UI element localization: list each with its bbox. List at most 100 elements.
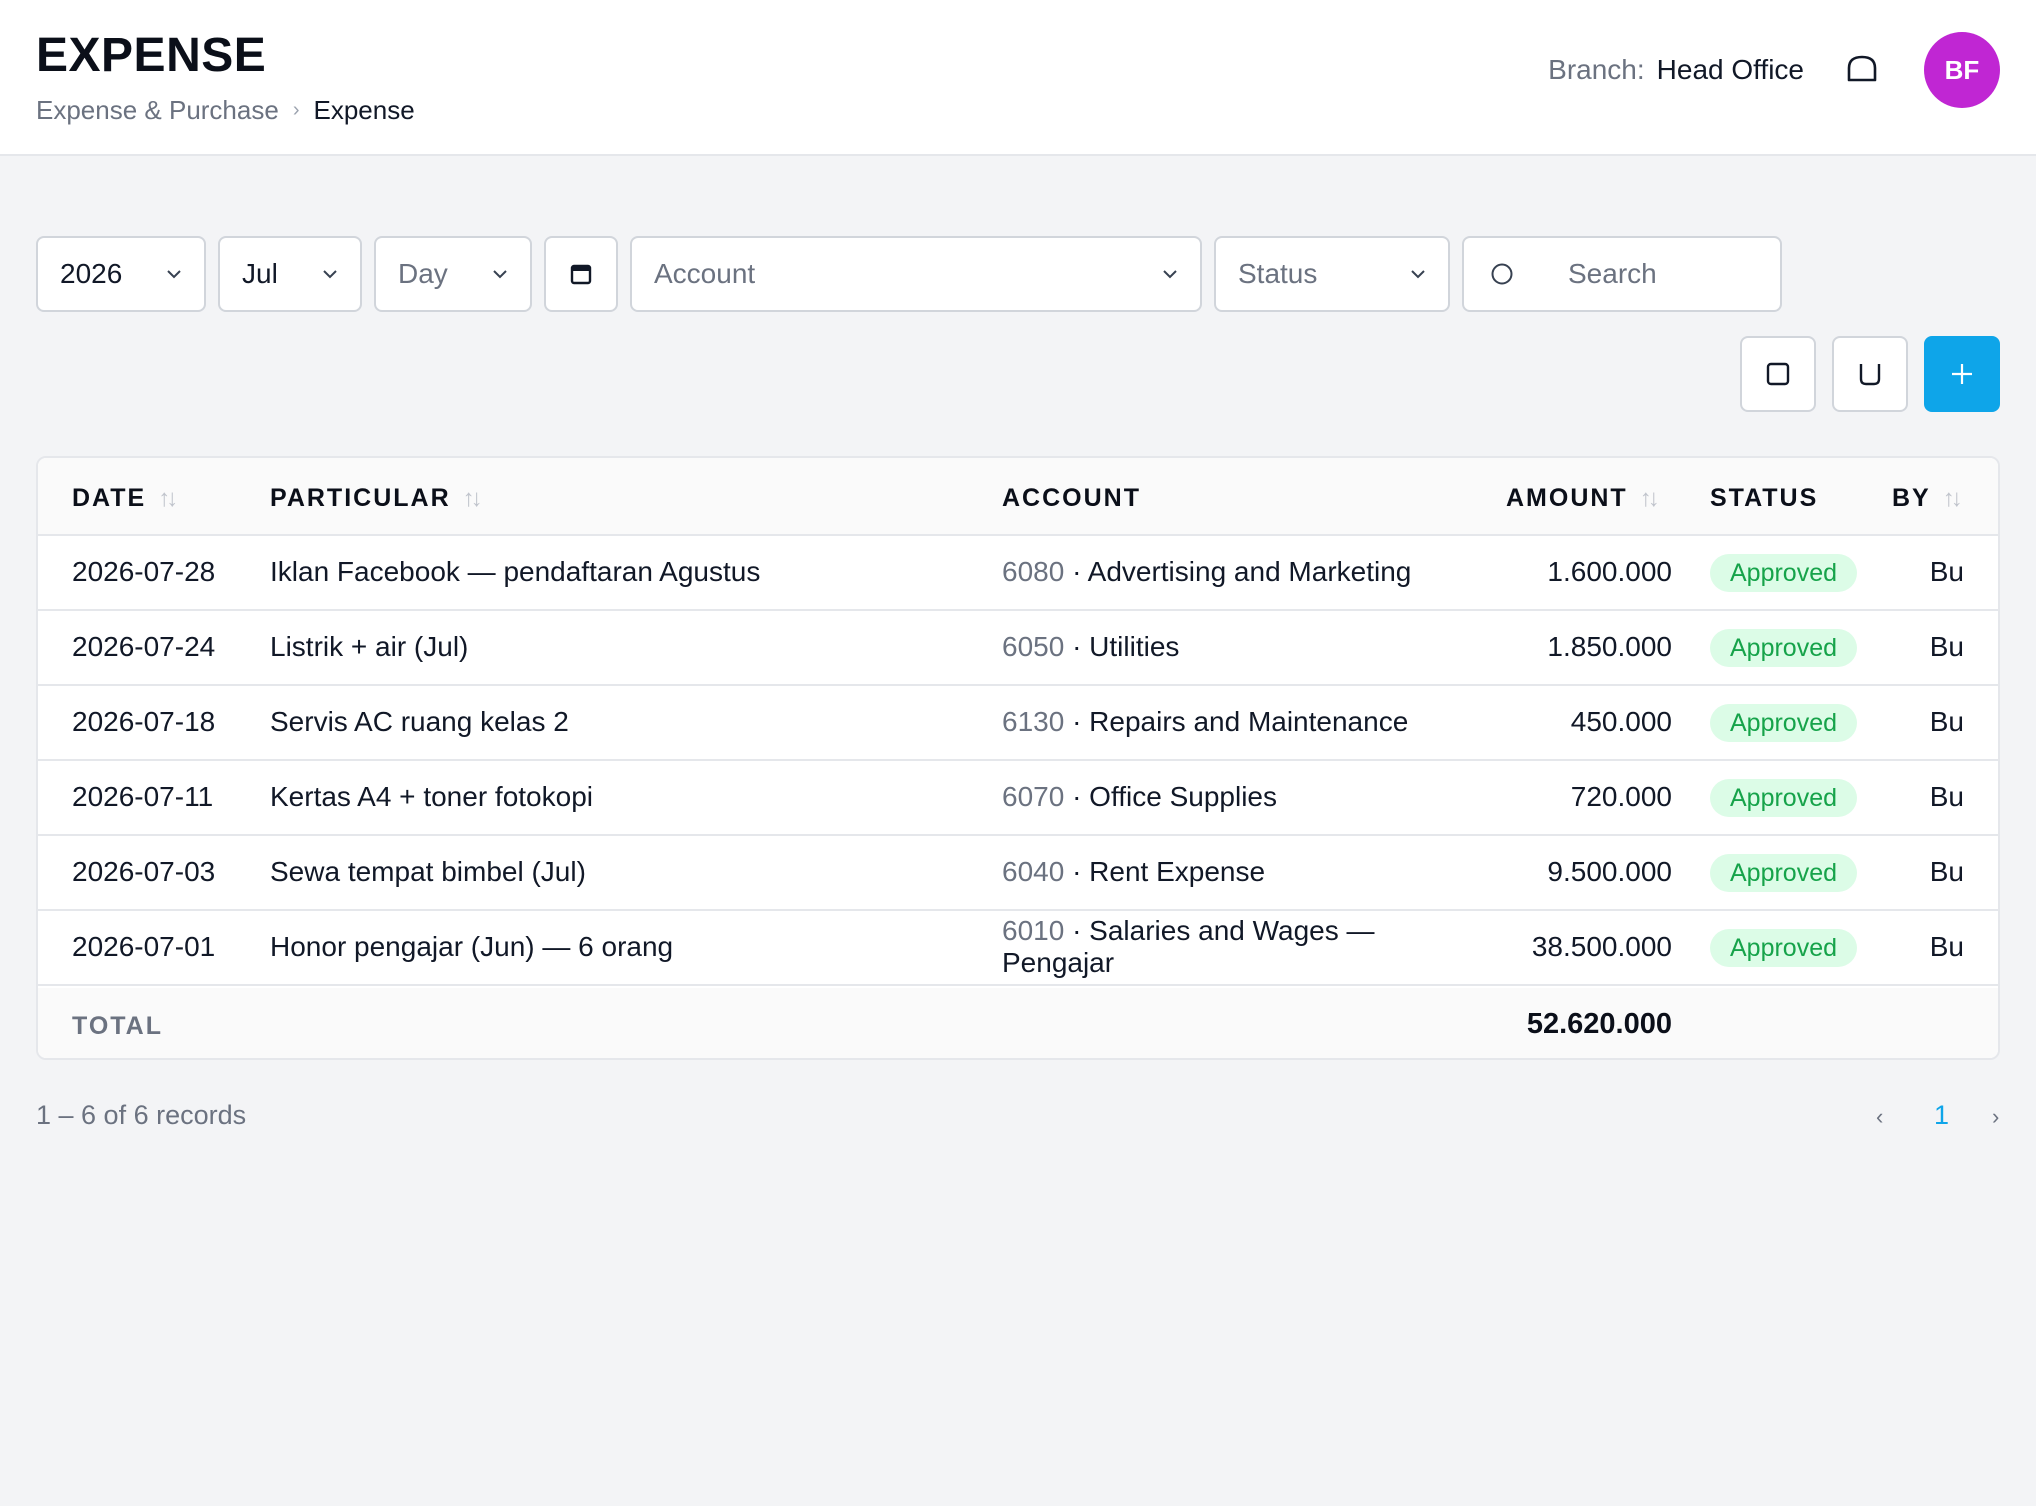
export-button[interactable] bbox=[1832, 336, 1908, 412]
breadcrumb: Expense & Purchase › Expense bbox=[36, 95, 415, 126]
cell-particular: Listrik + air (Jul) bbox=[270, 631, 469, 662]
cell-date: 2026-07-01 bbox=[72, 931, 216, 962]
pagination-prev-button[interactable]: ‹ bbox=[1876, 1104, 1883, 1130]
status-badge: Approved bbox=[1710, 929, 1858, 967]
pagination-next-button[interactable]: › bbox=[1992, 1104, 1999, 1130]
column-particular[interactable]: PARTICULAR ↑↓ bbox=[270, 484, 483, 513]
account-code: 6040 bbox=[1002, 856, 1065, 887]
account-code: 6130 bbox=[1002, 706, 1065, 737]
breadcrumb-item-parent[interactable]: Expense & Purchase bbox=[36, 95, 279, 126]
column-account: ACCOUNT bbox=[1002, 484, 1141, 513]
column-by-label: BY bbox=[1892, 484, 1931, 512]
account-select[interactable]: Account bbox=[630, 236, 1202, 312]
year-value: 2026 bbox=[60, 258, 123, 289]
column-date[interactable]: DATE ↑↓ bbox=[72, 484, 178, 513]
column-date-label: DATE bbox=[72, 484, 147, 512]
tray-icon bbox=[1859, 364, 1881, 386]
search-placeholder: Search bbox=[1568, 258, 1657, 289]
avatar[interactable]: BF bbox=[1924, 32, 2000, 108]
day-select[interactable]: Day bbox=[374, 236, 532, 312]
plus-icon bbox=[1952, 364, 1972, 384]
cell-amount: 720.000 bbox=[1570, 781, 1672, 812]
cell-particular: Servis AC ruang kelas 2 bbox=[270, 706, 569, 737]
page-header: EXPENSE Expense & Purchase › Expense Bra… bbox=[0, 0, 2036, 156]
status-badge: Approved bbox=[1710, 629, 1858, 667]
records-count: 1 – 6 of 6 records bbox=[36, 1100, 247, 1130]
chevron-down-icon bbox=[167, 270, 181, 279]
account-name: · Rent Expense bbox=[1072, 856, 1266, 887]
chevron-down-icon bbox=[493, 270, 507, 279]
table-row[interactable]: 2026-07-28 Iklan Facebook — pendaftaran … bbox=[38, 536, 1998, 611]
account-name: · Advertising and Marketing bbox=[1072, 556, 1412, 587]
cell-date: 2026-07-28 bbox=[72, 556, 216, 587]
column-status-label: STATUS bbox=[1710, 484, 1819, 512]
account-code: 6010 bbox=[1002, 915, 1065, 946]
square-icon bbox=[1766, 362, 1790, 386]
status-badge: Approved bbox=[1710, 779, 1858, 817]
search-icon bbox=[1491, 263, 1513, 285]
table-row[interactable]: 2026-07-01 Honor pengajar (Jun) — 6 oran… bbox=[38, 911, 1998, 986]
bell-icon[interactable] bbox=[1846, 54, 1878, 84]
column-status: STATUS bbox=[1710, 484, 1818, 513]
add-expense-button[interactable] bbox=[1924, 336, 2000, 412]
cell-amount: 1.600.000 bbox=[1547, 556, 1672, 587]
account-name: · Repairs and Maintenance bbox=[1072, 706, 1409, 737]
cell-date: 2026-07-03 bbox=[72, 856, 216, 887]
month-select[interactable]: Jul bbox=[218, 236, 362, 312]
chevron-down-icon bbox=[1411, 270, 1425, 279]
table-row[interactable]: 2026-07-24 Listrik + air (Jul) 6050 · Ut… bbox=[38, 611, 1998, 686]
table-row[interactable]: 2026-07-11 Kertas A4 + toner fotokopi 60… bbox=[38, 761, 1998, 836]
status-select[interactable]: Status bbox=[1214, 236, 1450, 312]
date-picker-button[interactable] bbox=[544, 236, 618, 312]
column-particular-label: PARTICULAR bbox=[270, 484, 451, 512]
account-name: · Office Supplies bbox=[1072, 781, 1277, 812]
account-code: 6070 bbox=[1002, 781, 1065, 812]
cell-amount: 1.850.000 bbox=[1547, 631, 1672, 662]
cell-particular: Iklan Facebook — pendaftaran Agustus bbox=[270, 556, 761, 587]
cell-by: Bu bbox=[1929, 931, 1964, 962]
chevron-down-icon bbox=[323, 270, 337, 279]
cell-particular: Sewa tempat bimbel (Jul) bbox=[270, 856, 586, 887]
cell-amount: 38.500.000 bbox=[1531, 931, 1672, 962]
cell-by: Bu bbox=[1929, 631, 1964, 662]
cell-particular: Honor pengajar (Jun) — 6 orang bbox=[270, 931, 674, 962]
sort-icon: ↑↓ bbox=[158, 484, 178, 512]
cell-by: Bu bbox=[1929, 706, 1964, 737]
cell-particular: Kertas A4 + toner fotokopi bbox=[270, 781, 593, 812]
pagination-page-1[interactable]: 1 bbox=[1934, 1100, 1949, 1131]
column-amount[interactable]: AMOUNT ↑↓ bbox=[1506, 484, 1660, 513]
cell-by: Bu bbox=[1929, 556, 1964, 587]
search-input[interactable]: Search bbox=[1462, 236, 1782, 312]
account-code: 6050 bbox=[1002, 631, 1065, 662]
total-amount: 52.620.000 bbox=[1526, 1008, 1672, 1040]
column-account-label: ACCOUNT bbox=[1002, 484, 1141, 512]
cell-date: 2026-07-24 bbox=[72, 631, 216, 662]
cell-account: 6080 · Advertising and Marketing bbox=[1002, 556, 1422, 588]
breadcrumb-item-current: Expense bbox=[313, 95, 415, 125]
table-row[interactable]: 2026-07-03 Sewa tempat bimbel (Jul) 6040… bbox=[38, 836, 1998, 911]
select-mode-button[interactable] bbox=[1740, 336, 1816, 412]
status-badge: Approved bbox=[1710, 704, 1858, 742]
table-row[interactable]: 2026-07-18 Servis AC ruang kelas 2 6130 … bbox=[38, 686, 1998, 761]
column-amount-label: AMOUNT bbox=[1506, 484, 1628, 512]
year-select[interactable]: 2026 bbox=[36, 236, 206, 312]
branch-selector[interactable]: Branch: Head Office bbox=[1548, 54, 1804, 86]
chevron-right-icon: › bbox=[292, 99, 300, 121]
calendar-icon bbox=[570, 264, 592, 285]
sort-icon: ↑↓ bbox=[1942, 484, 1963, 512]
account-placeholder: Account bbox=[654, 258, 756, 289]
column-by[interactable]: BY ↑↓ bbox=[1892, 484, 1963, 513]
sort-icon: ↑↓ bbox=[1639, 484, 1660, 512]
day-placeholder: Day bbox=[398, 258, 448, 289]
cell-by: Bu bbox=[1929, 856, 1964, 887]
cell-account: 6050 · Utilities bbox=[1002, 631, 1422, 663]
cell-account: 6070 · Office Supplies bbox=[1002, 781, 1422, 813]
branch-label: Branch: bbox=[1548, 54, 1645, 85]
status-placeholder: Status bbox=[1238, 258, 1318, 289]
branch-value: Head Office bbox=[1656, 54, 1804, 85]
total-row: TOTAL 52.620.000 bbox=[38, 988, 1998, 1058]
chevron-down-icon bbox=[1163, 270, 1177, 279]
cell-account: 6040 · Rent Expense bbox=[1002, 856, 1422, 888]
cell-date: 2026-07-11 bbox=[72, 781, 214, 812]
account-code: 6080 bbox=[1002, 556, 1065, 587]
